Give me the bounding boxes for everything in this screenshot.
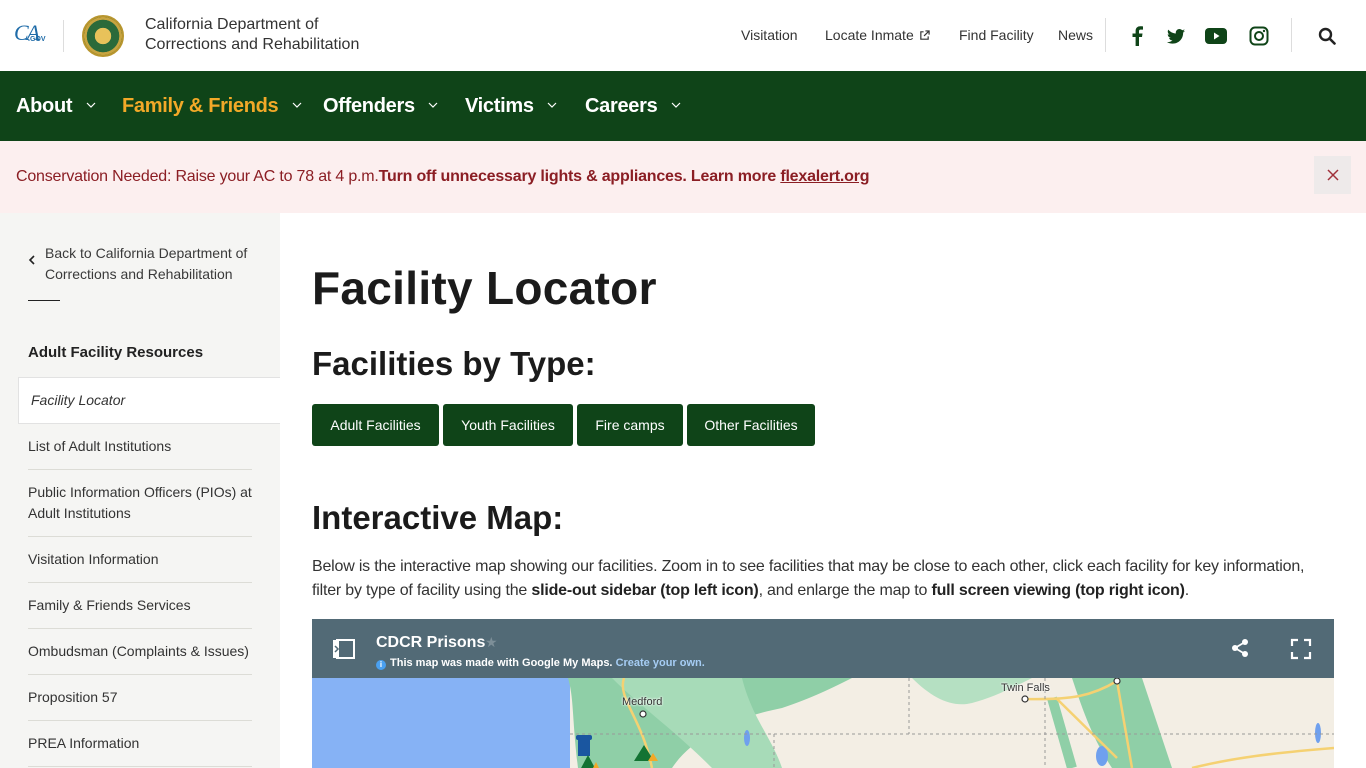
util-link-find-facility[interactable]: Find Facility <box>959 25 1034 45</box>
intro-bold-text: slide-out sidebar (top left icon) <box>531 582 759 599</box>
util-link-locate-inmate[interactable]: Locate Inmate <box>825 25 930 45</box>
nav-item-offenders[interactable]: Offenders <box>323 95 438 118</box>
city-marker-twin-falls <box>1021 695 1029 703</box>
util-divider <box>1291 18 1292 52</box>
ca-logo-suffix: .GOV <box>28 36 46 43</box>
ca-gov-logo[interactable]: CA .GOV <box>14 20 48 48</box>
org-name[interactable]: California Department of Corrections and… <box>145 15 359 55</box>
sidebar-item-pios[interactable]: Public Information Officers (PIOs) at Ad… <box>28 470 252 537</box>
back-link[interactable]: Back to California Department of Correct… <box>28 243 258 285</box>
external-link-icon <box>919 29 930 40</box>
facility-marker-tower[interactable] <box>576 735 592 756</box>
intro-text: . <box>1184 582 1189 599</box>
facilities-by-type-heading: Facilities by Type: <box>312 345 596 382</box>
map-lake <box>1315 723 1321 743</box>
map-note-text: This map was made with Google My Maps. <box>390 657 613 669</box>
sidebar-item-facility-locator[interactable]: Facility Locator <box>18 377 280 424</box>
city-marker-medford <box>639 710 647 718</box>
star-icon[interactable]: ★ <box>485 634 498 651</box>
nav-item-family-friends[interactable]: Family & Friends <box>122 95 302 118</box>
map-sidebar-toggle-icon[interactable] <box>332 638 356 660</box>
page-title: Facility Locator <box>312 262 657 314</box>
logo-divider <box>63 20 64 52</box>
util-divider <box>1105 18 1106 52</box>
nav-item-careers[interactable]: Careers <box>585 95 681 118</box>
sidebar-item-family-services[interactable]: Family & Friends Services <box>28 583 252 629</box>
nav-label: About <box>16 95 73 117</box>
map-ocean <box>312 678 570 768</box>
other-facilities-button[interactable]: Other Facilities <box>687 404 815 446</box>
chevron-down-icon <box>86 102 95 108</box>
share-icon[interactable] <box>1230 638 1250 658</box>
map-label-twin-falls: Twin Falls <box>1001 682 1050 694</box>
fullscreen-icon[interactable] <box>1290 638 1312 660</box>
map-label-medford: Medford <box>622 696 663 708</box>
adult-facilities-button[interactable]: Adult Facilities <box>312 404 439 446</box>
sidebar-list: List of Adult Institutions Public Inform… <box>28 424 252 767</box>
util-link-news[interactable]: News <box>1058 25 1093 45</box>
nav-item-victims[interactable]: Victims <box>465 95 557 118</box>
sidebar-heading: Adult Facility Resources <box>28 344 204 361</box>
chevron-down-icon <box>671 102 681 108</box>
map-header-bar: CDCR Prisons ★ i This map was made with G… <box>312 619 1334 678</box>
alert-message: Conservation Needed: Raise your AC to 78… <box>16 168 870 186</box>
sidebar-item-adult-institutions[interactable]: List of Adult Institutions <box>28 424 252 470</box>
interactive-map-heading: Interactive Map: <box>312 499 564 536</box>
close-icon <box>1326 169 1339 181</box>
map-attribution: i This map was made with Google My Maps. … <box>376 657 705 670</box>
embedded-map[interactable]: CDCR Prisons ★ i This map was made with G… <box>312 619 1334 768</box>
chevron-down-icon <box>292 102 302 108</box>
alert-bold-text: Turn off unnecessary lights & appliances… <box>378 168 781 185</box>
info-icon: i <box>376 660 386 670</box>
sidebar-item-prea[interactable]: PREA Information <box>28 721 252 767</box>
back-link-line2: Corrections and Rehabilitation <box>45 266 233 282</box>
nav-label: Victims <box>465 95 534 117</box>
util-link-label: Locate Inmate <box>825 27 914 43</box>
org-name-line2: Corrections and Rehabilitation <box>145 36 360 53</box>
flex-alert-banner: Conservation Needed: Raise your AC to 78… <box>0 141 1366 213</box>
map-canvas[interactable] <box>312 678 1334 768</box>
search-icon[interactable] <box>1315 24 1339 48</box>
nav-label: Family & Friends <box>122 95 279 117</box>
facility-type-buttons: Adult Facilities Youth Facilities Fire c… <box>312 404 819 446</box>
cdcr-seal-logo[interactable] <box>82 15 124 57</box>
chevron-down-icon <box>547 102 557 108</box>
intro-text: , and enlarge the map to <box>758 582 932 599</box>
nav-label: Careers <box>585 95 658 117</box>
instagram-icon[interactable] <box>1247 24 1271 48</box>
util-link-visitation[interactable]: Visitation <box>741 25 798 45</box>
map-intro-text: Below is the interactive map showing our… <box>312 555 1312 603</box>
nav-item-about[interactable]: About <box>16 95 96 118</box>
youth-facilities-button[interactable]: Youth Facilities <box>443 404 573 446</box>
facebook-icon[interactable] <box>1125 24 1149 48</box>
intro-bold-text: full screen viewing (top right icon) <box>931 582 1185 599</box>
main-nav: About Family & Friends Offenders Victims… <box>0 71 1366 141</box>
org-name-line1: California Department of <box>145 16 319 33</box>
youtube-icon[interactable] <box>1204 24 1228 48</box>
sidebar-item-visitation[interactable]: Visitation Information <box>28 537 252 583</box>
nav-label: Offenders <box>323 95 415 117</box>
chevron-left-icon <box>28 255 35 265</box>
map-lake <box>744 730 750 746</box>
sidebar-item-ombudsman[interactable]: Ombudsman (Complaints & Issues) <box>28 629 252 675</box>
twitter-icon[interactable] <box>1164 24 1188 48</box>
map-title: CDCR Prisons <box>376 634 486 651</box>
fire-camps-button[interactable]: Fire camps <box>577 404 683 446</box>
sidebar-item-prop-57[interactable]: Proposition 57 <box>28 675 252 721</box>
flexalert-link[interactable]: flexalert.org <box>780 168 869 185</box>
sidebar: Back to California Department of Correct… <box>0 213 280 768</box>
chevron-down-icon <box>428 102 438 108</box>
alert-plain-text: Conservation Needed: Raise your AC to 78… <box>16 168 379 185</box>
alert-close-button[interactable] <box>1314 156 1351 194</box>
back-link-line1: Back to California Department of <box>45 245 248 261</box>
divider <box>28 300 60 301</box>
city-marker <box>1113 678 1121 685</box>
utility-header: CA .GOV California Department of Correct… <box>0 0 1366 71</box>
create-your-own-link[interactable]: Create your own. <box>616 657 705 669</box>
